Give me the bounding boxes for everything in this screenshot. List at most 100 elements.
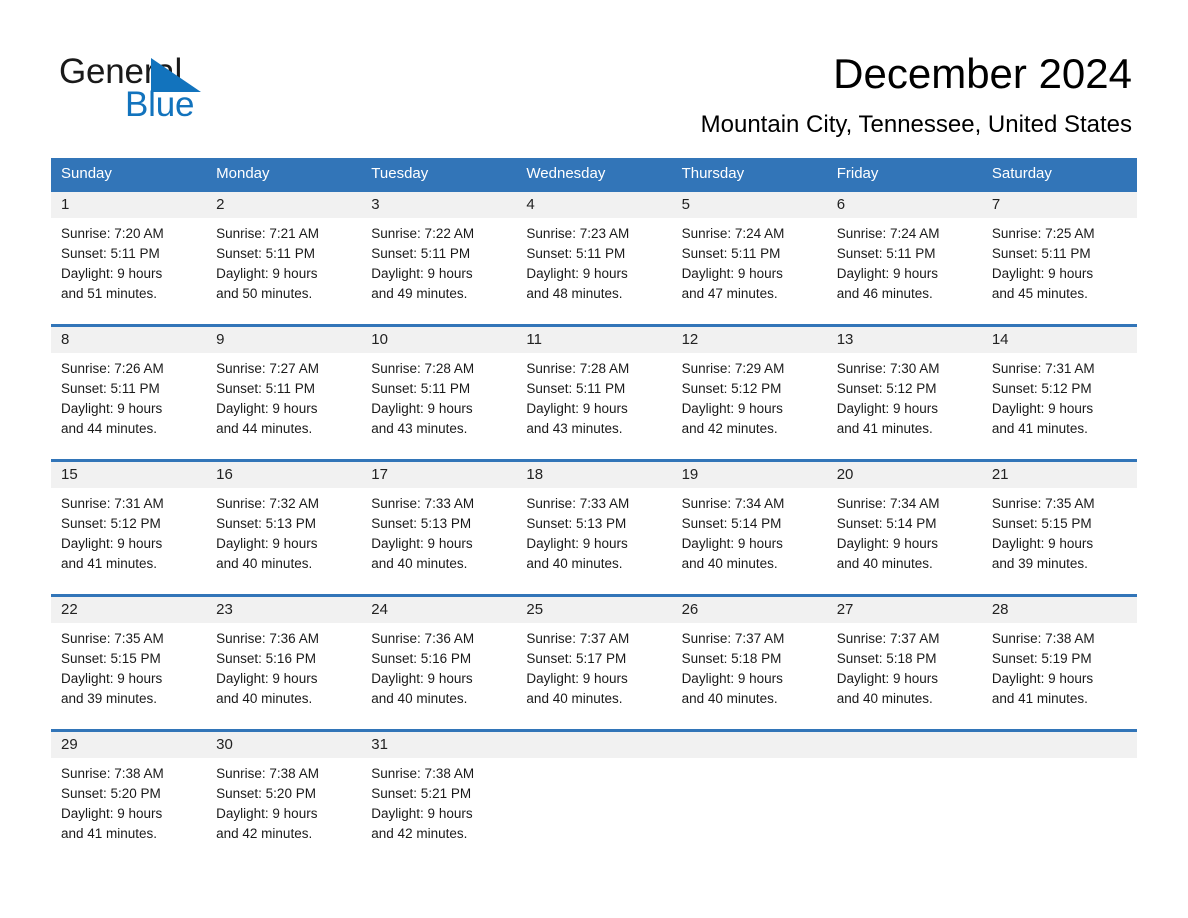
weekday-header-row: Sunday Monday Tuesday Wednesday Thursday… — [51, 158, 1137, 189]
sunset-text: Sunset: 5:11 PM — [371, 381, 471, 396]
day-cell[interactable]: 31 Sunrise: 7:38 AM Sunset: 5:21 PM Dayl… — [361, 732, 517, 846]
general-blue-logo: General Blue — [59, 52, 319, 124]
daylight-text-line1: Daylight: 9 hours — [526, 671, 628, 686]
daylight-text-line2: and 40 minutes. — [216, 556, 313, 571]
day-cell[interactable]: 26 Sunrise: 7:37 AM Sunset: 5:18 PM Dayl… — [671, 597, 827, 711]
weekday-sunday: Sunday — [61, 165, 112, 182]
sunset-text: Sunset: 5:15 PM — [61, 651, 161, 666]
day-number: 9 — [206, 327, 362, 353]
sunset-text: Sunset: 5:20 PM — [216, 786, 316, 801]
day-cell[interactable]: 29 Sunrise: 7:38 AM Sunset: 5:20 PM Dayl… — [51, 732, 207, 846]
sunset-text: Sunset: 5:11 PM — [836, 246, 936, 261]
daylight-text-line1: Daylight: 9 hours — [526, 266, 628, 281]
daylight-text-line2: and 42 minutes. — [681, 421, 778, 436]
daylight-text-line2: and 40 minutes. — [216, 691, 313, 706]
day-number: 19 — [671, 462, 827, 488]
weekday-thursday: Thursday — [681, 165, 745, 182]
daylight-text-line2: and 44 minutes. — [61, 421, 158, 436]
daylight-text-line1: Daylight: 9 hours — [991, 266, 1094, 281]
sunrise-text: Sunrise: 7:38 AM — [61, 766, 164, 781]
sunrise-text: Sunrise: 7:20 AM — [61, 226, 164, 241]
day-cell[interactable]: 21 Sunrise: 7:35 AM Sunset: 5:15 PM Dayl… — [981, 462, 1137, 576]
day-number: 5 — [671, 192, 827, 218]
day-cell[interactable]: 25 Sunrise: 7:37 AM Sunset: 5:17 PM Dayl… — [516, 597, 672, 711]
day-cell[interactable]: 7 Sunrise: 7:25 AM Sunset: 5:11 PM Dayli… — [981, 192, 1137, 306]
sunrise-text: Sunrise: 7:29 AM — [681, 361, 785, 376]
day-cell[interactable]: 12 Sunrise: 7:29 AM Sunset: 5:12 PM Dayl… — [671, 327, 827, 441]
day-cell[interactable]: 28 Sunrise: 7:38 AM Sunset: 5:19 PM Dayl… — [981, 597, 1137, 711]
daylight-text-line1: Daylight: 9 hours — [216, 536, 318, 551]
day-details — [672, 758, 827, 844]
day-details: Sunrise: 7:31 AM Sunset: 5:12 PM Dayligh… — [982, 353, 1137, 441]
day-details: Sunrise: 7:28 AM Sunset: 5:11 PM Dayligh… — [361, 353, 516, 441]
day-details: Sunrise: 7:24 AM Sunset: 5:11 PM Dayligh… — [672, 218, 827, 306]
daylight-text-line1: Daylight: 9 hours — [991, 401, 1094, 416]
day-cell[interactable]: 3 Sunrise: 7:22 AM Sunset: 5:11 PM Dayli… — [361, 192, 517, 306]
sunrise-text: Sunrise: 7:32 AM — [216, 496, 319, 511]
daylight-text-line1: Daylight: 9 hours — [371, 671, 473, 686]
daylight-text-line1: Daylight: 9 hours — [836, 671, 939, 686]
daylight-text-line2: and 50 minutes. — [216, 286, 313, 301]
sunrise-text: Sunrise: 7:37 AM — [836, 631, 940, 646]
day-cell[interactable]: 4 Sunrise: 7:23 AM Sunset: 5:11 PM Dayli… — [516, 192, 672, 306]
daylight-text-line2: and 39 minutes. — [991, 556, 1088, 571]
day-cell[interactable]: 27 Sunrise: 7:37 AM Sunset: 5:18 PM Dayl… — [826, 597, 982, 711]
calendar-table: Sunday Monday Tuesday Wednesday Thursday… — [51, 158, 1137, 846]
day-cell[interactable]: 17 Sunrise: 7:33 AM Sunset: 5:13 PM Dayl… — [361, 462, 517, 576]
sunrise-text: Sunrise: 7:38 AM — [371, 766, 475, 781]
location-subtitle: Mountain City, Tennessee, United States — [700, 111, 1132, 138]
day-cell-empty — [981, 732, 1137, 846]
sunset-text: Sunset: 5:11 PM — [681, 246, 781, 261]
day-details: Sunrise: 7:27 AM Sunset: 5:11 PM Dayligh… — [206, 353, 361, 441]
sunset-text: Sunset: 5:16 PM — [216, 651, 316, 666]
day-details: Sunrise: 7:20 AM Sunset: 5:11 PM Dayligh… — [51, 218, 206, 306]
day-cell[interactable]: 6 Sunrise: 7:24 AM Sunset: 5:11 PM Dayli… — [826, 192, 982, 306]
weekday-monday: Monday — [216, 165, 270, 182]
day-cell[interactable]: 16 Sunrise: 7:32 AM Sunset: 5:13 PM Dayl… — [206, 462, 362, 576]
day-cell[interactable]: 5 Sunrise: 7:24 AM Sunset: 5:11 PM Dayli… — [671, 192, 827, 306]
day-number: 3 — [361, 192, 517, 218]
daylight-text-line1: Daylight: 9 hours — [371, 266, 473, 281]
daylight-text-line1: Daylight: 9 hours — [681, 536, 783, 551]
week-row: 1 Sunrise: 7:20 AM Sunset: 5:11 PM Dayli… — [51, 189, 1137, 306]
sunset-text: Sunset: 5:11 PM — [61, 381, 160, 396]
day-details: Sunrise: 7:31 AM Sunset: 5:12 PM Dayligh… — [51, 488, 206, 576]
daylight-text-line2: and 44 minutes. — [216, 421, 313, 436]
day-cell[interactable]: 20 Sunrise: 7:34 AM Sunset: 5:14 PM Dayl… — [826, 462, 982, 576]
sunrise-text: Sunrise: 7:23 AM — [526, 226, 630, 241]
day-number: 28 — [981, 597, 1137, 623]
day-cell[interactable]: 30 Sunrise: 7:38 AM Sunset: 5:20 PM Dayl… — [206, 732, 362, 846]
day-details: Sunrise: 7:35 AM Sunset: 5:15 PM Dayligh… — [982, 488, 1137, 576]
sunset-text: Sunset: 5:17 PM — [526, 651, 627, 666]
sunset-text: Sunset: 5:18 PM — [836, 651, 937, 666]
day-cell[interactable]: 13 Sunrise: 7:30 AM Sunset: 5:12 PM Dayl… — [826, 327, 982, 441]
day-cell[interactable]: 18 Sunrise: 7:33 AM Sunset: 5:13 PM Dayl… — [516, 462, 672, 576]
day-cell[interactable]: 23 Sunrise: 7:36 AM Sunset: 5:16 PM Dayl… — [206, 597, 362, 711]
sunset-text: Sunset: 5:15 PM — [991, 516, 1092, 531]
day-cell[interactable]: 1 Sunrise: 7:20 AM Sunset: 5:11 PM Dayli… — [51, 192, 207, 306]
daylight-text-line2: and 41 minutes. — [61, 826, 158, 841]
day-cell[interactable]: 19 Sunrise: 7:34 AM Sunset: 5:14 PM Dayl… — [671, 462, 827, 576]
day-cell[interactable]: 2 Sunrise: 7:21 AM Sunset: 5:11 PM Dayli… — [206, 192, 362, 306]
daylight-text-line2: and 41 minutes. — [991, 691, 1088, 706]
day-details: Sunrise: 7:33 AM Sunset: 5:13 PM Dayligh… — [361, 488, 516, 576]
sunset-text: Sunset: 5:14 PM — [681, 516, 782, 531]
day-cell[interactable]: 10 Sunrise: 7:28 AM Sunset: 5:11 PM Dayl… — [361, 327, 517, 441]
day-cell[interactable]: 8 Sunrise: 7:26 AM Sunset: 5:11 PM Dayli… — [51, 327, 207, 441]
week-spacer — [51, 576, 1137, 594]
day-cell[interactable]: 9 Sunrise: 7:27 AM Sunset: 5:11 PM Dayli… — [206, 327, 362, 441]
day-cell[interactable]: 22 Sunrise: 7:35 AM Sunset: 5:15 PM Dayl… — [51, 597, 207, 711]
day-details: Sunrise: 7:28 AM Sunset: 5:11 PM Dayligh… — [516, 353, 671, 441]
day-cell[interactable]: 15 Sunrise: 7:31 AM Sunset: 5:12 PM Dayl… — [51, 462, 207, 576]
weekday-friday: Friday — [836, 165, 879, 182]
day-details — [982, 758, 1137, 844]
day-number: 15 — [51, 462, 207, 488]
day-cell[interactable]: 24 Sunrise: 7:36 AM Sunset: 5:16 PM Dayl… — [361, 597, 517, 711]
day-number: 4 — [516, 192, 672, 218]
day-cell[interactable]: 14 Sunrise: 7:31 AM Sunset: 5:12 PM Dayl… — [981, 327, 1137, 441]
day-number — [516, 732, 672, 758]
day-cell[interactable]: 11 Sunrise: 7:28 AM Sunset: 5:11 PM Dayl… — [516, 327, 672, 441]
day-details: Sunrise: 7:29 AM Sunset: 5:12 PM Dayligh… — [672, 353, 827, 441]
sunset-text: Sunset: 5:13 PM — [526, 516, 627, 531]
day-number: 21 — [981, 462, 1137, 488]
